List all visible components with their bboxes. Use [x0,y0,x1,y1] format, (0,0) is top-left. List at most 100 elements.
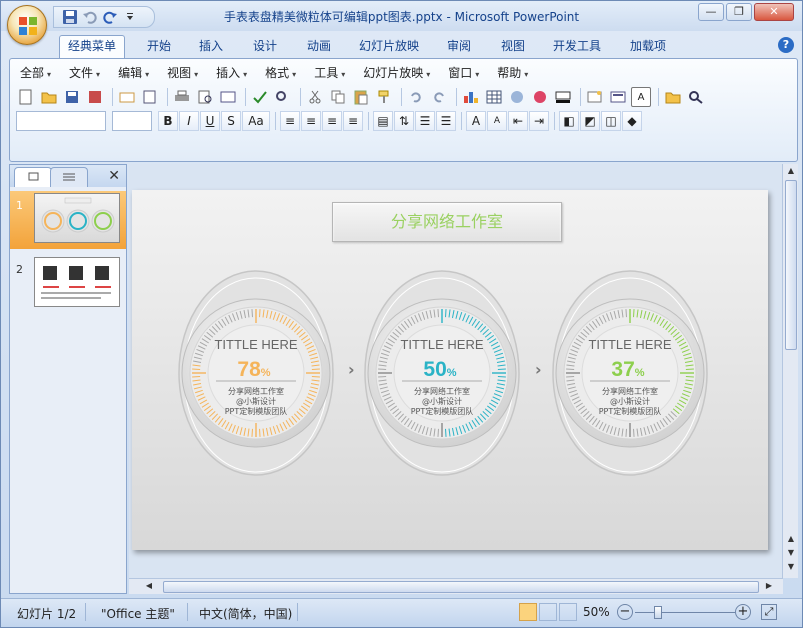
menu-all[interactable]: 全部 ▾ [14,63,57,83]
save-icon[interactable] [62,9,78,25]
tab-review[interactable]: 审阅 [439,36,479,58]
horizontal-scroll-thumb[interactable] [163,581,759,593]
insert-table-icon[interactable] [484,87,504,107]
tab-addins[interactable]: 加载项 [621,36,675,58]
paste-icon[interactable] [351,87,371,107]
text-direction-icon[interactable]: ⇅ [394,111,414,131]
folder-icon[interactable] [663,87,683,107]
change-case-button[interactable]: Aa [242,111,270,131]
slide-layout-icon[interactable] [218,87,238,107]
close-button[interactable]: ✕ [754,3,794,21]
zoom-in-button[interactable]: + [735,604,751,620]
decrease-indent-icon[interactable]: ⇤ [508,111,528,131]
arrange-icon[interactable]: ◩ [580,111,600,131]
close-icon[interactable]: ✕ [108,168,120,184]
tab-design[interactable]: 设计 [245,36,285,58]
shadow-button[interactable]: S [221,111,241,131]
gauge-3[interactable]: TITTLE HERE37%分享网络工作室@小斯设计PPT定制模版团队 [550,268,710,478]
fill-color-icon[interactable] [553,87,573,107]
slide-thumbnail-1[interactable]: 1 [10,191,126,249]
print-icon[interactable] [172,87,192,107]
menu-edit[interactable]: 编辑 ▾ [112,63,155,83]
zoom-level[interactable]: 50% [583,605,610,619]
clip-art-icon[interactable] [507,87,527,107]
tab-classic-menu[interactable]: 经典菜单 [59,35,125,58]
scroll-up-icon[interactable]: ▲ [785,166,797,178]
menu-format[interactable]: 格式 ▾ [259,63,302,83]
zoom-slider-track[interactable] [635,612,735,613]
shrink-font-icon[interactable]: A [487,111,507,131]
copy-icon[interactable] [328,87,348,107]
picture-icon[interactable] [530,87,550,107]
font-size-dropdown[interactable] [112,111,152,131]
redo-icon[interactable] [429,87,449,107]
grow-font-icon[interactable]: A [466,111,486,131]
email-icon[interactable] [117,87,137,107]
horizontal-scrollbar[interactable]: ◀ ▶ [129,578,783,594]
zoom-icon[interactable] [686,87,706,107]
tab-slideshow[interactable]: 幻灯片放映 [351,36,427,58]
menu-insert[interactable]: 插入 ▾ [210,63,253,83]
menu-slideshow[interactable]: 幻灯片放映 ▾ [357,63,436,83]
bullets-icon[interactable]: ☰ [436,111,456,131]
menu-file[interactable]: 文件 ▾ [63,63,106,83]
menu-view[interactable]: 视图 ▾ [161,63,204,83]
layout-icon[interactable] [608,87,628,107]
open-folder-icon[interactable] [39,87,59,107]
save-icon[interactable] [62,87,82,107]
text-box-icon[interactable]: A [631,87,651,107]
spelling-icon[interactable] [250,87,270,107]
theme-name[interactable]: "Office 主题" [101,605,175,622]
zoom-out-button[interactable]: − [617,604,633,620]
tab-outline[interactable] [50,167,88,187]
normal-view-icon[interactable] [519,603,537,621]
slideshow-view-icon[interactable] [559,603,577,621]
italic-button[interactable]: I [179,111,199,131]
zoom-slider-thumb[interactable] [654,606,662,619]
scroll-left-icon[interactable]: ◀ [143,581,155,593]
vertical-scrollbar[interactable]: ▲ ▲ ▼ ▼ [782,164,798,578]
tab-slides[interactable] [14,167,52,187]
publish-icon[interactable] [140,87,160,107]
menu-help[interactable]: 帮助 ▾ [491,63,534,83]
new-icon[interactable] [16,87,36,107]
gauge-2[interactable]: TITTLE HERE50%分享网络工作室@小斯设计PPT定制模版团队 [362,268,522,478]
bold-button[interactable]: B [158,111,178,131]
underline-button[interactable]: U [200,111,220,131]
shape-fill-icon[interactable]: ◆ [622,111,642,131]
menu-window[interactable]: 窗口 ▾ [442,63,485,83]
font-name-dropdown[interactable] [16,111,106,131]
slide-thumbnail-2[interactable]: 2 [10,255,126,313]
increase-indent-icon[interactable]: ⇥ [529,111,549,131]
tab-developer[interactable]: 开发工具 [545,36,609,58]
quick-styles-icon[interactable]: ◫ [601,111,621,131]
slide-sorter-icon[interactable] [539,603,557,621]
justify-icon[interactable]: ≡ [343,111,363,131]
language[interactable]: 中文(简体，中国) [199,605,292,622]
undo-icon[interactable] [82,9,98,25]
vertical-scroll-thumb[interactable] [785,180,797,350]
next-slide-icon[interactable]: ▼ [785,548,797,560]
slide-canvas[interactable]: 分享网络工作室 TITTLE HERE 78% 分享网络工作室 @小斯设计 PPT定制模… [132,190,768,550]
menu-tools[interactable]: 工具 ▾ [308,63,351,83]
fit-to-window-icon[interactable]: ⤢ [761,604,777,620]
scroll-down-icon[interactable]: ▼ [785,562,797,574]
print-preview-icon[interactable] [195,87,215,107]
tab-home[interactable]: 开始 [139,36,179,58]
tab-insert[interactable]: 插入 [191,36,231,58]
undo-icon[interactable] [406,87,426,107]
numbering-icon[interactable]: ☰ [415,111,435,131]
new-slide-icon[interactable] [585,87,605,107]
research-icon[interactable] [273,87,293,107]
align-center-icon[interactable]: ≡ [301,111,321,131]
previous-slide-icon[interactable]: ▲ [785,534,797,546]
minimize-button[interactable]: — [698,3,724,21]
insert-chart-icon[interactable] [461,87,481,107]
office-button[interactable] [7,5,47,45]
scroll-right-icon[interactable]: ▶ [763,581,775,593]
slide-title[interactable]: 分享网络工作室 [332,202,562,242]
align-right-icon[interactable]: ≡ [322,111,342,131]
columns-icon[interactable]: ▤ [373,111,393,131]
gauge-1[interactable]: TITTLE HERE78%分享网络工作室@小斯设计PPT定制模版团队 [176,268,336,478]
tab-animation[interactable]: 动画 [299,36,339,58]
